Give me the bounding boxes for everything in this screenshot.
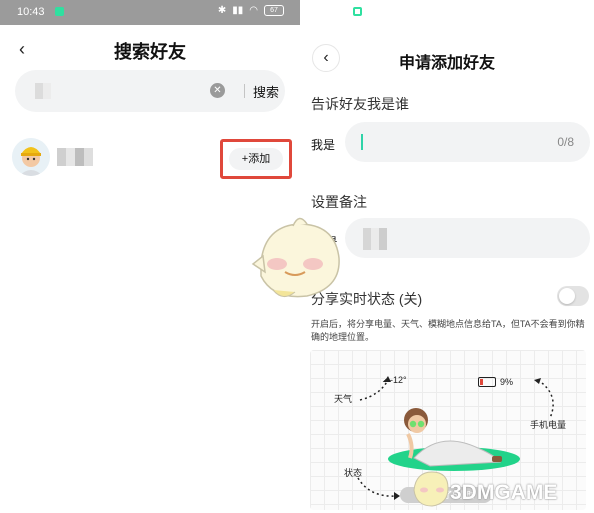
wifi-icon: ◠ [249,5,258,16]
status-icons: ✱ ▮▮ ◠ 67 [218,5,284,16]
app-notification-icon [353,7,362,16]
text-cursor [361,134,363,150]
share-status-description: 开启后，将分享电量、天气、模糊地点信息给TA，但TA不会看到你精确的地理位置。 [311,319,585,342]
share-status-toggle[interactable] [557,286,589,306]
app-notification-icon [55,7,64,16]
bluetooth-icon: ✱ [217,5,227,16]
intro-heading: 告诉好友我是谁 [311,96,409,112]
page-title: 搜索好友 [114,42,186,62]
status-bar: 10:43 ✱ ▮▮ ◠ 67 [0,0,300,25]
remark-input[interactable] [345,218,590,258]
mascot-watermark [243,212,353,304]
friend-name-blurred [57,148,93,166]
battery-icon: 67 [264,5,284,16]
avatar[interactable] [12,138,50,176]
search-input-value-blurred[interactable] [35,83,51,99]
search-divider [244,84,245,98]
intro-field-label: 我是 [311,138,336,152]
highlight-frame: +添加 [220,139,292,179]
remark-heading: 设置备注 [311,194,367,210]
intro-input[interactable]: 0/8 [345,122,590,162]
search-bar[interactable]: ✕ 搜索 [15,70,285,112]
char-counter: 0/8 [557,135,574,149]
add-friend-button[interactable]: +添加 [229,148,283,170]
toggle-knob [559,288,575,304]
search-button[interactable]: 搜索 [253,82,279,101]
clear-icon[interactable]: ✕ [210,83,225,98]
page-title: 申请添加好友 [398,55,495,72]
small-mascot-watermark [413,471,449,507]
remark-value-blurred [363,228,387,250]
search-result-row: +添加 [12,138,292,182]
site-watermark: 3DMGAME [450,481,558,504]
status-time: 10:43 [17,6,45,18]
signal-icon: ▮▮ [232,5,244,16]
